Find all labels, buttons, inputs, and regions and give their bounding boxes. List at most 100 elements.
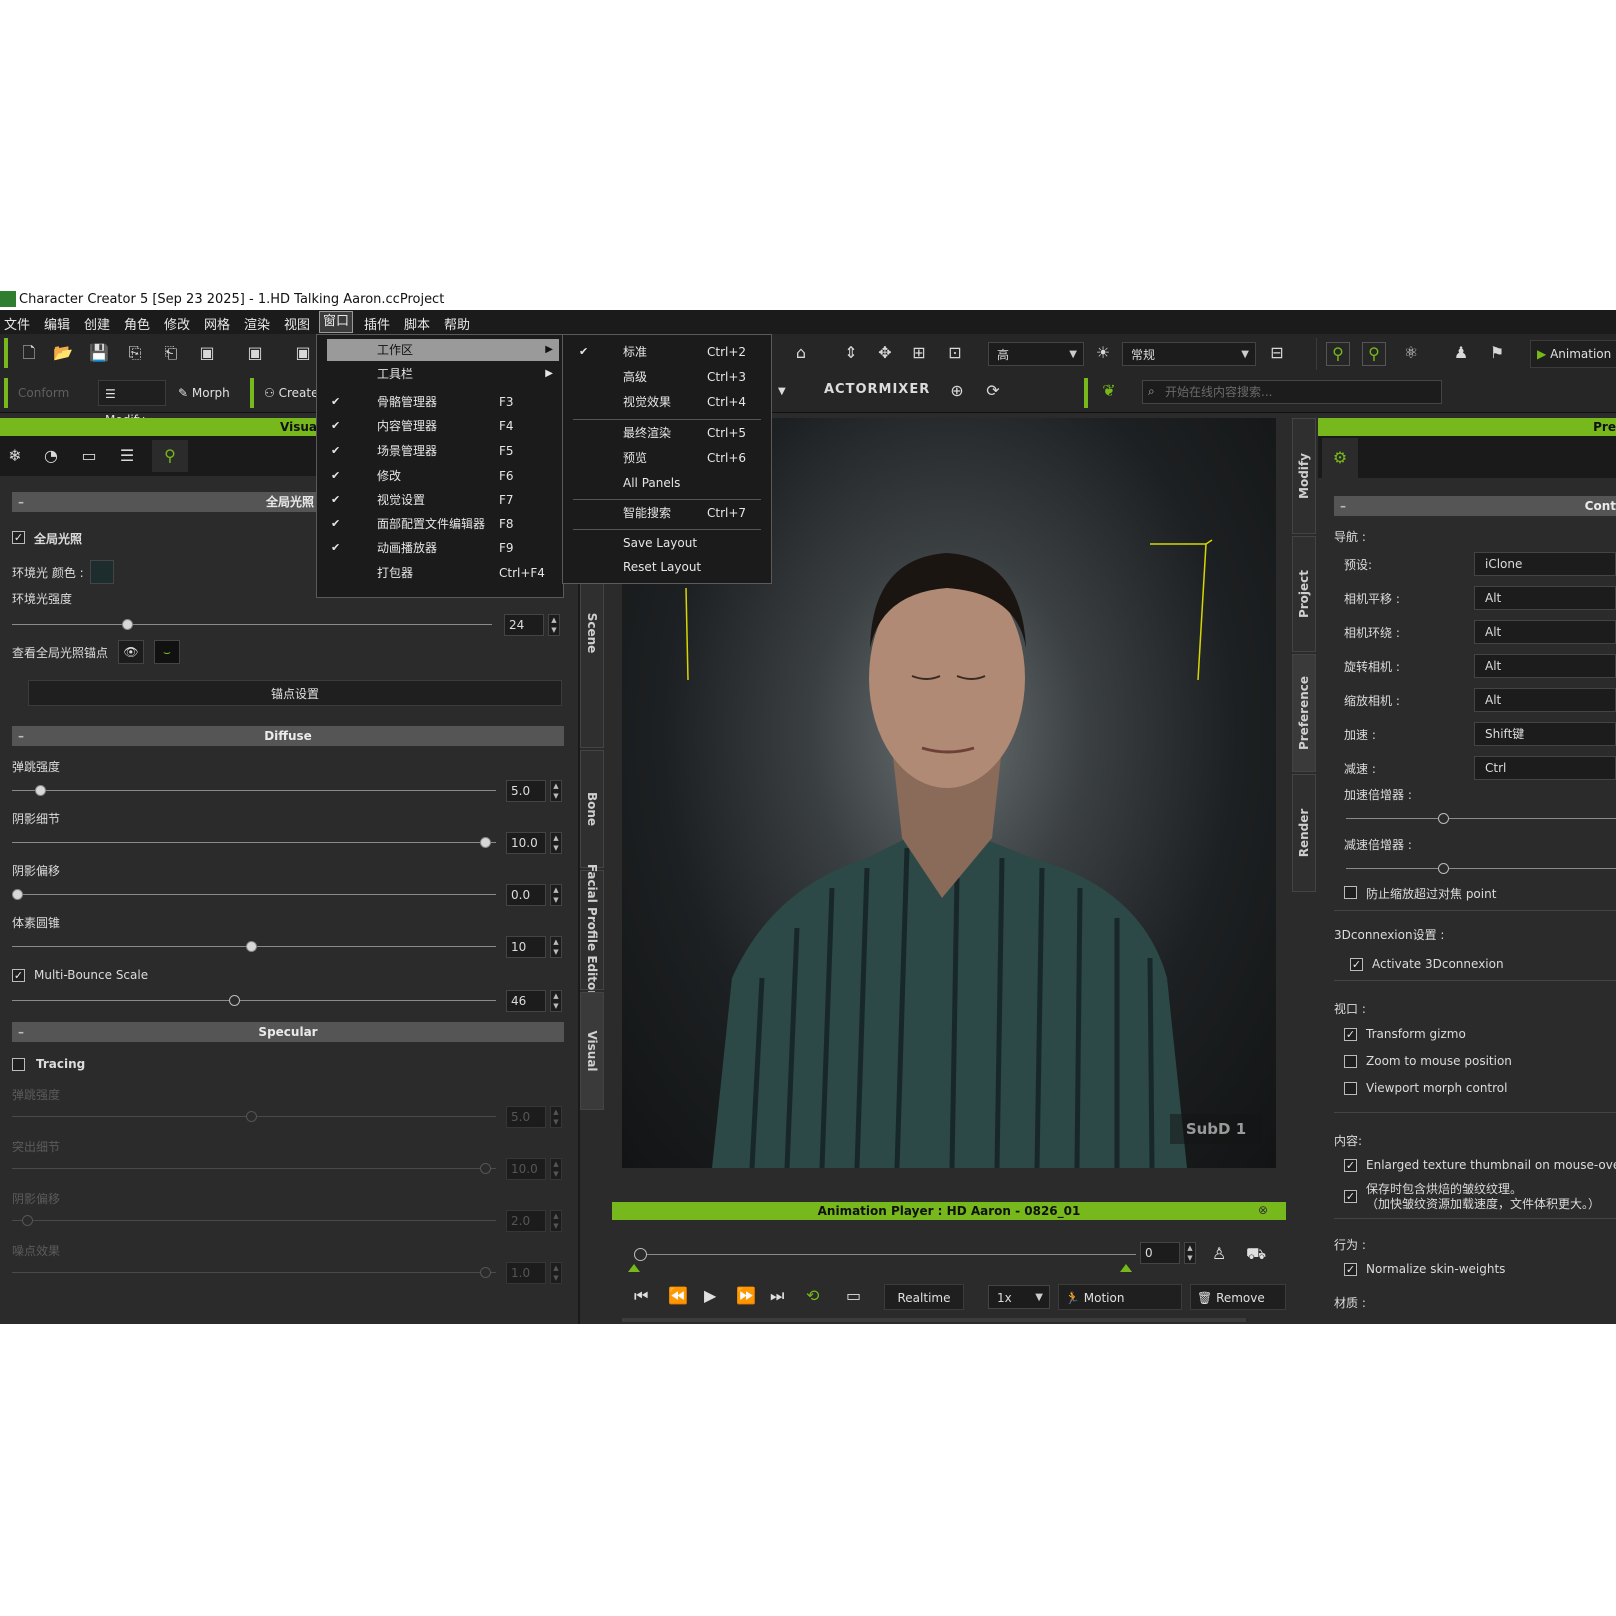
gi-tab-icon[interactable]: ⚲: [152, 440, 188, 472]
menu-window[interactable]: 窗口: [319, 311, 354, 333]
multi-bounce-spinner[interactable]: ▲ ▼: [550, 990, 562, 1012]
quality-dropdown[interactable]: 高 ▼: [988, 342, 1084, 366]
usd-export-icon[interactable]: ▣: [292, 342, 314, 364]
gizmo-green-2-icon[interactable]: ⚲: [1362, 342, 1386, 366]
conform-button[interactable]: Conform: [12, 380, 75, 406]
menu-item-scene-manager[interactable]: ✔ 场景管理器 F5: [317, 440, 563, 462]
tab-visual[interactable]: Visual: [580, 992, 604, 1110]
tab-facial-profile-editor[interactable]: Facial Profile Editor: [580, 864, 604, 996]
ambient-strength-track[interactable]: [12, 624, 492, 625]
timeline-track[interactable]: [640, 1254, 1136, 1255]
multi-bounce-input[interactable]: 46: [506, 990, 546, 1012]
ambient-strength-spinner[interactable]: ▲ ▼: [548, 614, 560, 636]
frame-input[interactable]: 0: [1140, 1242, 1180, 1264]
menu-item-workspace[interactable]: 工作区 ▶: [327, 339, 559, 361]
shadow-offset-knob[interactable]: [12, 889, 23, 900]
menu-item-anim-player[interactable]: ✔ 动画播放器 F9: [317, 537, 563, 559]
animation-button[interactable]: ▶ Animation: [1530, 340, 1616, 368]
accel-mult-track[interactable]: [1346, 818, 1616, 819]
timeline-scrubber[interactable]: [634, 1248, 647, 1261]
menu-character[interactable]: 角色: [124, 314, 150, 333]
menu-item-bone-manager[interactable]: ✔ 骨骼管理器 F3: [317, 391, 563, 413]
menu-script[interactable]: 脚本: [404, 314, 430, 333]
rewind-icon[interactable]: ⏪: [668, 1286, 688, 1305]
menu-create[interactable]: 创建: [84, 314, 110, 333]
close-icon[interactable]: ⊗: [1258, 1203, 1268, 1217]
obj-export-icon[interactable]: ▣: [196, 342, 218, 364]
menu-help[interactable]: 帮助: [444, 314, 470, 333]
shadow-detail-input[interactable]: 10.0: [506, 832, 546, 854]
accel-field[interactable]: Shift键: [1474, 722, 1616, 746]
layout-icon[interactable]: ⊟: [1266, 342, 1288, 364]
menu-item-packager[interactable]: 打包器 Ctrl+F4: [317, 562, 563, 584]
workspace-preview[interactable]: 预览 Ctrl+6: [563, 447, 771, 469]
export-icon[interactable]: ⎗: [160, 342, 182, 364]
gears-icon[interactable]: ⚙: [1322, 438, 1358, 478]
shadow-detail-track[interactable]: [12, 842, 496, 843]
pose-mode-icon[interactable]: ♙: [1212, 1244, 1226, 1263]
modify-button[interactable]: ☰ Modify: [98, 380, 166, 427]
zoom-mouse-checkbox[interactable]: [1344, 1055, 1357, 1068]
sphere-icon[interactable]: ◔: [40, 445, 62, 467]
workspace-reset-layout[interactable]: Reset Layout: [563, 556, 771, 578]
create-button[interactable]: ⚇ Create: [258, 380, 324, 406]
render-mode-dropdown[interactable]: 常规 ▼: [1122, 342, 1256, 366]
specular-section-header[interactable]: – Specular: [12, 1022, 564, 1042]
horizontal-scrollbar[interactable]: [622, 1318, 1246, 1322]
actormixer-logo[interactable]: ACTORMIXER: [824, 382, 930, 397]
car-icon[interactable]: ⛟: [1246, 1244, 1266, 1265]
skip-start-icon[interactable]: ⏮: [634, 1286, 648, 1306]
pan-field[interactable]: Alt: [1474, 586, 1616, 610]
shadow-offset-track[interactable]: [12, 894, 496, 895]
transform-gizmo-checkbox[interactable]: ✓: [1344, 1028, 1357, 1041]
bounce-knob[interactable]: [35, 785, 46, 796]
menu-item-content-manager[interactable]: ✔ 内容管理器 F4: [317, 415, 563, 437]
save-icon[interactable]: 💾: [88, 342, 110, 364]
ambient-strength-input[interactable]: 24: [504, 614, 544, 636]
realtime-button[interactable]: Realtime: [884, 1284, 964, 1310]
frame-spinner[interactable]: ▲ ▼: [1184, 1242, 1196, 1264]
play-icon[interactable]: ▶: [704, 1286, 716, 1305]
open-folder-icon[interactable]: 📂: [52, 342, 74, 364]
prevent-zoom-checkbox[interactable]: [1344, 886, 1357, 899]
shadow-offset-spinner[interactable]: ▲ ▼: [550, 884, 562, 906]
menu-item-modify[interactable]: ✔ 修改 F6: [317, 465, 563, 487]
tab-project[interactable]: Project: [1292, 536, 1316, 652]
accel-mult-knob[interactable]: [1438, 813, 1449, 824]
motion-button[interactable]: 🏃 Motion: [1058, 1284, 1182, 1310]
activate-3dconnexion-checkbox[interactable]: ✓: [1350, 958, 1363, 971]
diffuse-section-header[interactable]: – Diffuse: [12, 726, 564, 746]
gi-checkbox[interactable]: ✓: [12, 531, 25, 544]
enlarged-thumb-checkbox[interactable]: ✓: [1344, 1159, 1357, 1172]
bounce-track[interactable]: [12, 790, 496, 791]
move-icon[interactable]: ✥: [874, 342, 896, 364]
orbit-field[interactable]: Alt: [1474, 620, 1616, 644]
eye-closed-icon[interactable]: ⌣: [154, 640, 180, 664]
controls-section-header[interactable]: – Cont: [1334, 496, 1616, 516]
speed-dropdown[interactable]: 1x ▼: [988, 1285, 1050, 1309]
anchor-settings-button[interactable]: 锚点设置: [28, 680, 562, 706]
gizmo-green-icon[interactable]: ⚲: [1326, 342, 1350, 366]
normalize-checkbox[interactable]: ✓: [1344, 1263, 1357, 1276]
multi-bounce-track[interactable]: [12, 1000, 496, 1001]
layers-icon[interactable]: ☰: [116, 445, 138, 467]
flag-icon[interactable]: ⚑: [1486, 342, 1508, 364]
morph-button[interactable]: ✎ Morph: [172, 380, 236, 406]
menu-item-facial-profile[interactable]: ✔ 面部配置文件编辑器 F8: [317, 513, 563, 535]
menu-mesh[interactable]: 网格: [204, 314, 230, 333]
zoom-field[interactable]: Alt: [1474, 688, 1616, 712]
tab-render[interactable]: Render: [1292, 774, 1316, 892]
tracing-checkbox[interactable]: [12, 1058, 25, 1071]
menu-edit[interactable]: 编辑: [44, 314, 70, 333]
decel-mult-track[interactable]: [1346, 868, 1616, 869]
refresh-icon[interactable]: ⟳: [982, 380, 1004, 402]
new-file-icon[interactable]: 🗋: [18, 342, 40, 364]
menu-render[interactable]: 渲染: [244, 314, 270, 333]
menu-item-visual-settings[interactable]: ✔ 视觉设置 F7: [317, 489, 563, 511]
tab-preference[interactable]: Preference: [1292, 654, 1316, 772]
workspace-final-render[interactable]: 最终渲染 Ctrl+5: [563, 422, 771, 444]
start-marker-icon[interactable]: [628, 1264, 640, 1272]
workspace-advanced[interactable]: 高级 Ctrl+3: [563, 366, 771, 388]
menu-modify[interactable]: 修改: [164, 314, 190, 333]
fbx-export-icon[interactable]: ▣: [244, 342, 266, 364]
